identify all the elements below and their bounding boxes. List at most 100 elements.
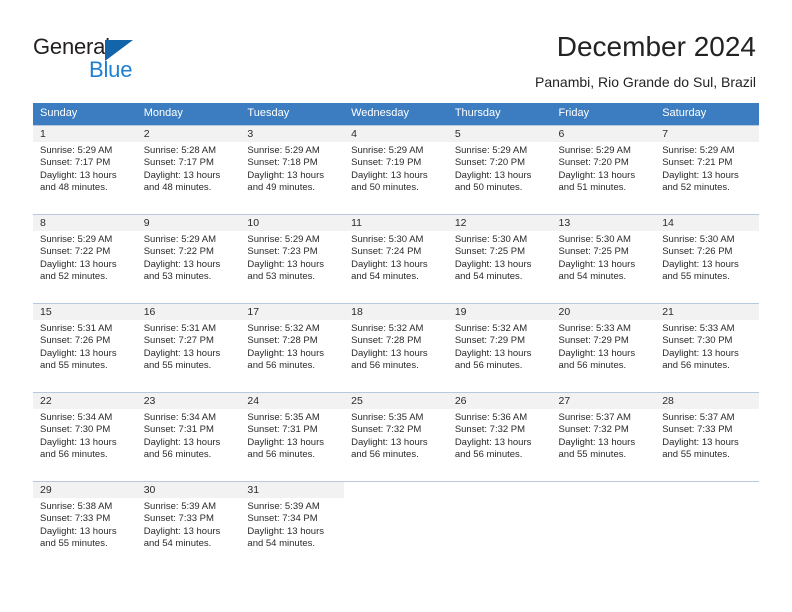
day-number: 8	[33, 215, 137, 231]
day-sunrise-line: Sunrise: 5:29 AM	[454, 145, 528, 156]
calendar-day-cell[interactable]: 28 Sunrise: 5:37 AM Sunset: 7:33 PM Dayligh…	[655, 392, 759, 481]
day-daylight-line: and 55 minutes.	[40, 538, 108, 550]
calendar-day-cell[interactable]: 30 Sunrise: 5:39 AM Sunset: 7:33 PM Dayligh…	[136, 481, 241, 570]
day-details: Sunrise: 5:35 AM Sunset: 7:32 PM Daylight:…	[344, 409, 448, 462]
calendar-day-cell[interactable]: 6 Sunrise: 5:29 AM Sunset: 7:20 PM Daylight…	[551, 125, 656, 214]
day-sunset-line: Sunset: 7:25 PM	[558, 246, 629, 258]
day-daylight-line: and 52 minutes.	[662, 182, 730, 194]
day-sunrise-line: Sunrise: 5:37 AM	[662, 412, 735, 423]
day-sunrise-line: Sunrise: 5:30 AM	[351, 234, 424, 245]
day-sunset-line: Sunset: 7:32 PM	[558, 424, 629, 436]
day-daylight-line: and 56 minutes.	[351, 449, 419, 461]
day-daylight-line: Daylight: 13 hours	[247, 169, 324, 181]
calendar-day-cell[interactable]: 4 Sunrise: 5:29 AM Sunset: 7:19 PM Daylight…	[344, 125, 448, 214]
day-details	[448, 498, 552, 501]
day-details: Sunrise: 5:29 AM Sunset: 7:18 PM Daylight:…	[240, 142, 344, 195]
day-number	[552, 482, 656, 498]
calendar-day-cell[interactable]: 2 Sunrise: 5:28 AM Sunset: 7:17 PM Daylight…	[136, 125, 241, 214]
calendar-page: General Blue December 2024 Panambi, Rio …	[0, 0, 792, 612]
day-daylight-line: and 51 minutes.	[558, 182, 627, 194]
day-sunset-line: Sunset: 7:23 PM	[247, 246, 318, 258]
day-details: Sunrise: 5:33 AM Sunset: 7:29 PM Daylight:…	[552, 320, 656, 373]
calendar-day-cell[interactable]: 8 Sunrise: 5:29 AM Sunset: 7:22 PM Daylight…	[33, 214, 137, 303]
day-number: 28	[655, 393, 759, 409]
day-sunrise-line: Sunrise: 5:32 AM	[454, 323, 528, 334]
day-number: 2	[136, 126, 241, 142]
calendar-day-cell[interactable]: 26 Sunrise: 5:36 AM Sunset: 7:32 PM Dayligh…	[447, 392, 552, 481]
calendar-day-cell[interactable]: 18 Sunrise: 5:32 AM Sunset: 7:28 PM Dayligh…	[344, 303, 448, 392]
day-number: 4	[344, 126, 448, 142]
calendar-day-cell[interactable]: 13 Sunrise: 5:30 AM Sunset: 7:25 PM Dayligh…	[551, 214, 656, 303]
day-details	[552, 498, 656, 501]
day-sunrise-line: Sunrise: 5:36 AM	[454, 412, 528, 423]
day-number: 29	[33, 482, 137, 498]
day-sunset-line: Sunset: 7:30 PM	[662, 335, 733, 347]
day-sunrise-line: Sunrise: 5:38 AM	[40, 501, 113, 512]
day-number: 9	[136, 215, 241, 231]
day-daylight-line: Daylight: 13 hours	[454, 436, 532, 448]
day-number: 23	[136, 393, 241, 409]
day-daylight-line: and 56 minutes.	[454, 449, 523, 461]
day-details: Sunrise: 5:31 AM Sunset: 7:26 PM Daylight:…	[33, 320, 137, 373]
day-details	[344, 498, 448, 501]
weekday-header-monday: Monday	[136, 103, 241, 125]
day-daylight-line: Daylight: 13 hours	[40, 169, 117, 181]
calendar-day-cell[interactable]: 20 Sunrise: 5:33 AM Sunset: 7:29 PM Dayligh…	[551, 303, 656, 392]
calendar-day-cell[interactable]: 22 Sunrise: 5:34 AM Sunset: 7:30 PM Dayligh…	[33, 392, 137, 481]
calendar-week-row: 29 Sunrise: 5:38 AM Sunset: 7:33 PM Dayligh…	[33, 481, 759, 570]
weekday-header-wednesday: Wednesday	[344, 103, 448, 125]
calendar-day-cell[interactable]: 11 Sunrise: 5:30 AM Sunset: 7:24 PM Dayligh…	[344, 214, 448, 303]
day-daylight-line: Daylight: 13 hours	[558, 436, 636, 448]
calendar-day-cell	[447, 481, 552, 570]
generalblue-logo[interactable]: General Blue	[33, 34, 203, 86]
day-details: Sunrise: 5:29 AM Sunset: 7:21 PM Daylight:…	[655, 142, 759, 195]
day-daylight-line: Daylight: 13 hours	[40, 347, 117, 359]
calendar-day-cell[interactable]: 23 Sunrise: 5:34 AM Sunset: 7:31 PM Dayligh…	[136, 392, 241, 481]
day-details: Sunrise: 5:29 AM Sunset: 7:20 PM Daylight:…	[552, 142, 656, 195]
calendar-day-cell[interactable]: 3 Sunrise: 5:29 AM Sunset: 7:18 PM Daylight…	[240, 125, 345, 214]
calendar-day-cell[interactable]: 1 Sunrise: 5:29 AM Sunset: 7:17 PM Daylight…	[33, 125, 137, 214]
day-details: Sunrise: 5:39 AM Sunset: 7:34 PM Daylight:…	[240, 498, 344, 551]
calendar-day-cell[interactable]: 21 Sunrise: 5:33 AM Sunset: 7:30 PM Dayligh…	[655, 303, 759, 392]
day-sunrise-line: Sunrise: 5:34 AM	[40, 412, 113, 423]
calendar-day-cell[interactable]: 7 Sunrise: 5:29 AM Sunset: 7:21 PM Daylight…	[655, 125, 759, 214]
day-number: 30	[136, 482, 241, 498]
day-details: Sunrise: 5:29 AM Sunset: 7:19 PM Daylight:…	[344, 142, 448, 195]
day-details: Sunrise: 5:33 AM Sunset: 7:30 PM Daylight:…	[655, 320, 759, 373]
calendar-day-cell[interactable]: 9 Sunrise: 5:29 AM Sunset: 7:22 PM Daylight…	[136, 214, 241, 303]
day-details: Sunrise: 5:32 AM Sunset: 7:29 PM Daylight:…	[448, 320, 552, 373]
day-sunrise-line: Sunrise: 5:32 AM	[247, 323, 320, 334]
calendar-day-cell[interactable]: 16 Sunrise: 5:31 AM Sunset: 7:27 PM Dayligh…	[136, 303, 241, 392]
day-details: Sunrise: 5:29 AM Sunset: 7:17 PM Daylight:…	[33, 142, 137, 195]
day-sunset-line: Sunset: 7:17 PM	[143, 157, 214, 169]
day-daylight-line: and 56 minutes.	[40, 449, 108, 461]
day-details: Sunrise: 5:29 AM Sunset: 7:20 PM Daylight:…	[448, 142, 552, 195]
day-number	[655, 482, 759, 498]
calendar-day-cell[interactable]: 25 Sunrise: 5:35 AM Sunset: 7:32 PM Dayligh…	[344, 392, 448, 481]
day-sunrise-line: Sunrise: 5:29 AM	[143, 234, 217, 245]
day-daylight-line: Daylight: 13 hours	[351, 169, 428, 181]
calendar-day-cell[interactable]: 15 Sunrise: 5:31 AM Sunset: 7:26 PM Dayligh…	[33, 303, 137, 392]
day-sunset-line: Sunset: 7:31 PM	[247, 424, 318, 436]
calendar-day-cell[interactable]: 10 Sunrise: 5:29 AM Sunset: 7:23 PM Dayligh…	[240, 214, 345, 303]
calendar-day-cell[interactable]: 29 Sunrise: 5:38 AM Sunset: 7:33 PM Dayligh…	[33, 481, 137, 570]
calendar-day-cell[interactable]: 14 Sunrise: 5:30 AM Sunset: 7:26 PM Dayligh…	[655, 214, 759, 303]
weekday-header-tuesday: Tuesday	[240, 103, 345, 125]
day-daylight-line: and 56 minutes.	[662, 360, 730, 372]
calendar-day-cell[interactable]: 24 Sunrise: 5:35 AM Sunset: 7:31 PM Dayligh…	[240, 392, 345, 481]
day-daylight-line: and 54 minutes.	[351, 271, 419, 283]
weekday-header-sunday: Sunday	[33, 103, 137, 125]
calendar-day-cell[interactable]: 12 Sunrise: 5:30 AM Sunset: 7:25 PM Dayligh…	[447, 214, 552, 303]
calendar-day-cell[interactable]: 19 Sunrise: 5:32 AM Sunset: 7:29 PM Dayligh…	[447, 303, 552, 392]
day-daylight-line: Daylight: 13 hours	[351, 347, 428, 359]
day-daylight-line: and 56 minutes.	[351, 360, 419, 372]
day-details: Sunrise: 5:30 AM Sunset: 7:26 PM Daylight:…	[655, 231, 759, 284]
calendar-day-cell[interactable]: 27 Sunrise: 5:37 AM Sunset: 7:32 PM Dayligh…	[551, 392, 656, 481]
calendar-day-cell[interactable]: 17 Sunrise: 5:32 AM Sunset: 7:28 PM Dayligh…	[240, 303, 345, 392]
calendar-day-cell[interactable]: 31 Sunrise: 5:39 AM Sunset: 7:34 PM Dayligh…	[240, 481, 345, 570]
calendar-day-cell[interactable]: 5 Sunrise: 5:29 AM Sunset: 7:20 PM Daylight…	[447, 125, 552, 214]
day-details: Sunrise: 5:30 AM Sunset: 7:25 PM Daylight:…	[552, 231, 656, 284]
day-daylight-line: and 56 minutes.	[247, 449, 316, 461]
day-daylight-line: Daylight: 13 hours	[40, 258, 117, 270]
day-sunrise-line: Sunrise: 5:33 AM	[662, 323, 735, 334]
